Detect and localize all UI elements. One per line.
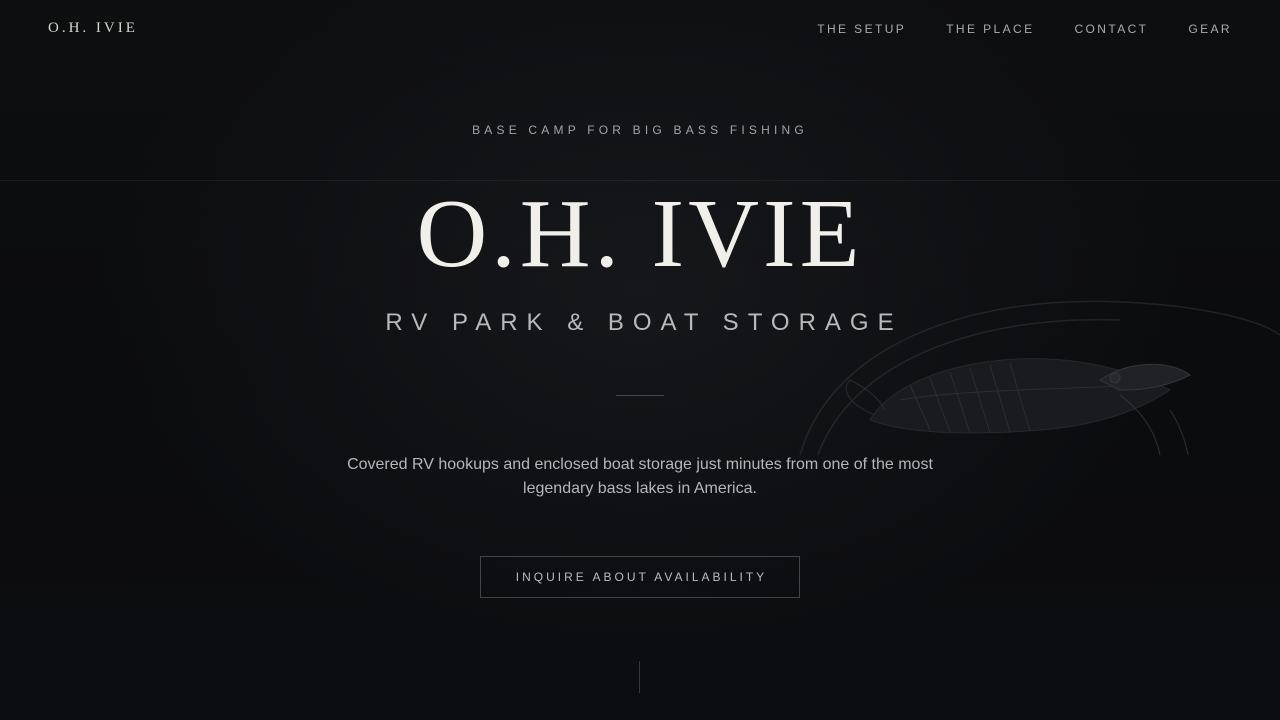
nav-link-the-place[interactable]: THE PLACE [946, 22, 1034, 36]
inquire-availability-button[interactable]: INQUIRE ABOUT AVAILABILITY [480, 556, 800, 598]
hero-title: O.H. IVIE [416, 180, 864, 288]
hero-divider [616, 395, 664, 396]
hero-section: BASE CAMP FOR BIG BASS FISHING O.H. IVIE… [0, 0, 1280, 720]
site-logo[interactable]: O.H. IVIE [48, 20, 138, 37]
hero-subtitle: RV PARK & BOAT STORAGE [385, 309, 903, 336]
nav-link-contact[interactable]: CONTACT [1074, 22, 1148, 36]
scroll-indicator[interactable] [639, 661, 640, 693]
nav-links: THE SETUP THE PLACE CONTACT GEAR [817, 22, 1232, 36]
hero-description: Covered RV hookups and enclosed boat sto… [347, 456, 933, 497]
nav-link-the-setup[interactable]: THE SETUP [817, 22, 906, 36]
nav-link-gear[interactable]: GEAR [1188, 22, 1232, 36]
hero-eyebrow: BASE CAMP FOR BIG BASS FISHING [472, 123, 808, 137]
top-nav: O.H. IVIE THE SETUP THE PLACE CONTACT GE… [0, 0, 1280, 60]
